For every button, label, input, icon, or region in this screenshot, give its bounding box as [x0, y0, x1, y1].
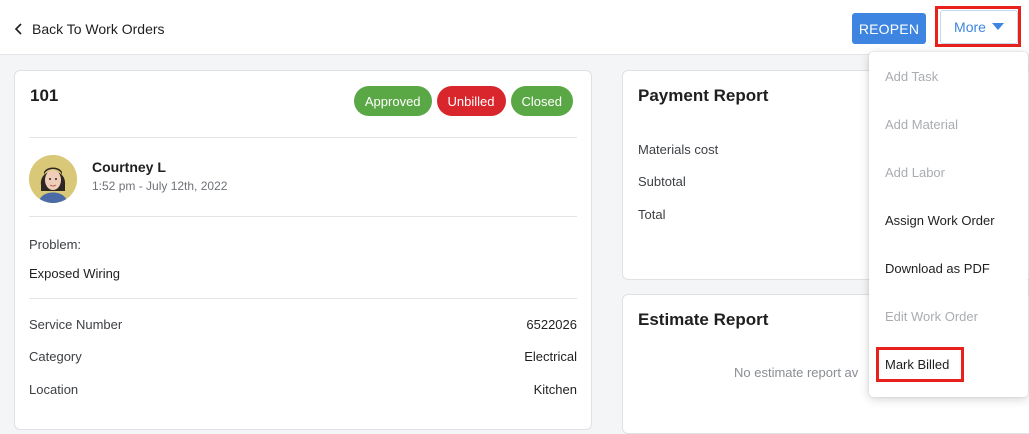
back-link-label: Back To Work Orders — [32, 21, 165, 37]
more-dropdown-menu: Add Task Add Material Add Labor Assign W… — [869, 52, 1028, 397]
field-key: Category — [29, 349, 82, 364]
caret-down-icon — [991, 23, 1004, 31]
problem-value: Exposed Wiring — [29, 266, 121, 281]
field-value: 6522026 — [526, 317, 577, 332]
menu-item-add-labor[interactable]: Add Labor — [885, 162, 945, 182]
menu-item-add-task[interactable]: Add Task — [885, 66, 938, 86]
field-value: Kitchen — [533, 382, 577, 397]
back-to-work-orders-link[interactable]: Back To Work Orders — [12, 19, 165, 39]
menu-item-edit-work-order[interactable]: Edit Work Order — [885, 306, 978, 326]
problem-label: Problem: — [29, 237, 82, 252]
status-badges: Approved Unbilled Closed — [353, 86, 573, 116]
divider — [29, 216, 577, 217]
field-key: Location — [29, 382, 79, 397]
avatar — [29, 155, 77, 203]
estimate-report-title: Estimate Report — [638, 310, 769, 329]
chevron-left-icon — [12, 22, 26, 36]
field-row-service-number: Service Number 6522026 — [29, 317, 577, 337]
menu-item-download-pdf[interactable]: Download as PDF — [885, 258, 990, 278]
payment-report-title: Payment Report — [638, 86, 769, 105]
payment-line-materials-cost: Materials cost — [638, 142, 719, 157]
status-badge-closed: Closed — [510, 86, 573, 116]
field-row-category: Category Electrical — [29, 349, 577, 369]
menu-item-assign-work-order[interactable]: Assign Work Order — [885, 210, 995, 230]
work-order-number: 101 — [30, 86, 59, 105]
reopen-button[interactable]: REOPEN — [852, 13, 926, 44]
payment-line-subtotal: Subtotal — [638, 174, 686, 189]
status-badge-unbilled: Unbilled — [436, 86, 506, 116]
divider — [29, 298, 577, 299]
menu-item-add-material[interactable]: Add Material — [885, 114, 958, 134]
top-bar: Back To Work Orders REOPEN More — [0, 0, 1029, 55]
created-timestamp: 1:52 pm - July 12th, 2022 — [92, 179, 228, 193]
field-key: Service Number — [29, 317, 123, 332]
more-button[interactable]: More — [940, 10, 1018, 44]
field-value: Electrical — [524, 349, 577, 364]
status-badge-approved: Approved — [353, 86, 432, 116]
work-order-card: 101 Approved Unbilled Closed Courtney L … — [14, 70, 592, 430]
user-name: Courtney L — [92, 159, 166, 175]
estimate-empty-message: No estimate report av — [734, 365, 859, 380]
more-button-label: More — [954, 19, 986, 35]
payment-line-total: Total — [638, 207, 666, 222]
field-row-location: Location Kitchen — [29, 382, 577, 402]
menu-item-mark-billed[interactable]: Mark Billed — [885, 354, 949, 374]
divider — [29, 137, 577, 138]
